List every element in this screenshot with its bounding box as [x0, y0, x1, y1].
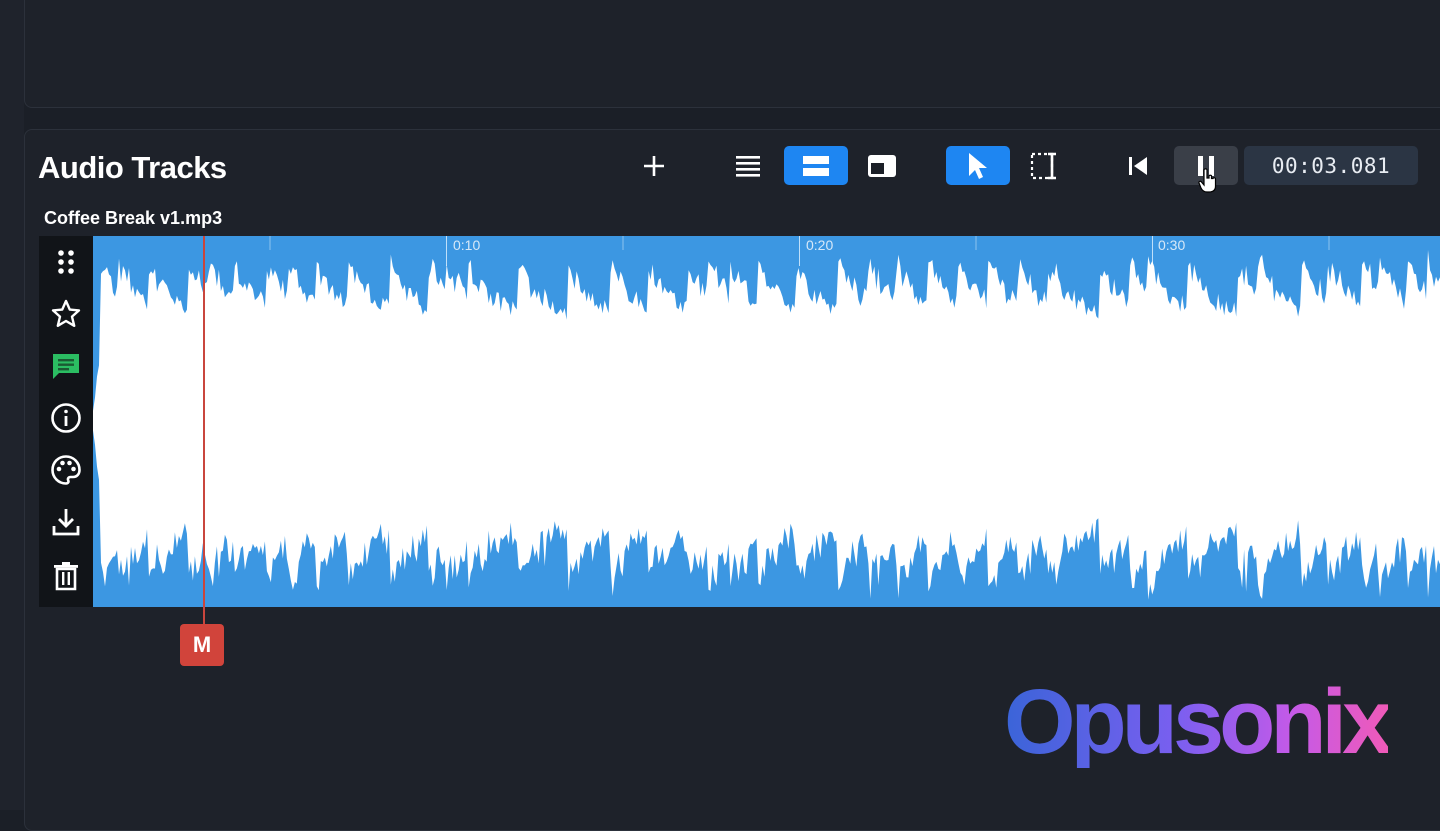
skip-to-start-icon: [1129, 156, 1147, 175]
hand-cursor-icon: [1198, 168, 1217, 193]
plus-icon: [644, 155, 664, 176]
playhead[interactable]: [203, 236, 205, 626]
time-display: 00:03.081: [1244, 146, 1418, 185]
panel-title: Audio Tracks: [38, 150, 227, 185]
palette-icon[interactable]: [39, 450, 93, 490]
track-sidebar: [39, 236, 93, 607]
download-icon[interactable]: [39, 502, 93, 542]
cursor-icon: [969, 152, 987, 179]
info-icon[interactable]: [39, 398, 93, 438]
waveform[interactable]: 0:10 0:20 0:30: [93, 236, 1440, 607]
comment-icon[interactable]: [39, 346, 93, 386]
timeline-tick-label: 0:20: [806, 237, 834, 253]
waveform-graphic: [93, 236, 1440, 600]
skip-to-start-button[interactable]: [1106, 146, 1170, 185]
picture-in-picture-button[interactable]: [850, 146, 914, 185]
list-view-button[interactable]: [716, 146, 780, 185]
drag-handle-icon[interactable]: [39, 242, 93, 282]
marker-flag[interactable]: M: [180, 624, 224, 666]
range-select-button[interactable]: [1012, 146, 1076, 185]
pause-button[interactable]: [1174, 146, 1238, 193]
select-tool-button[interactable]: [946, 146, 1010, 185]
window-left-edge: [0, 0, 24, 810]
star-icon[interactable]: [39, 294, 93, 334]
list-view-icon: [736, 155, 760, 177]
trash-icon[interactable]: [39, 556, 93, 596]
picture-in-picture-icon: [868, 154, 896, 177]
track-name: Coffee Break v1.mp3: [44, 208, 223, 228]
expanded-view-button[interactable]: [784, 146, 848, 185]
top-panel: [24, 0, 1440, 108]
expanded-view-icon: [803, 155, 829, 176]
range-select-icon: [1030, 152, 1056, 179]
timeline-tick-label: 0:30: [1158, 237, 1186, 253]
timeline-tick-label: 0:10: [453, 237, 481, 253]
add-track-button[interactable]: [622, 146, 686, 185]
brand-logo: Opusonix: [1004, 671, 1393, 773]
